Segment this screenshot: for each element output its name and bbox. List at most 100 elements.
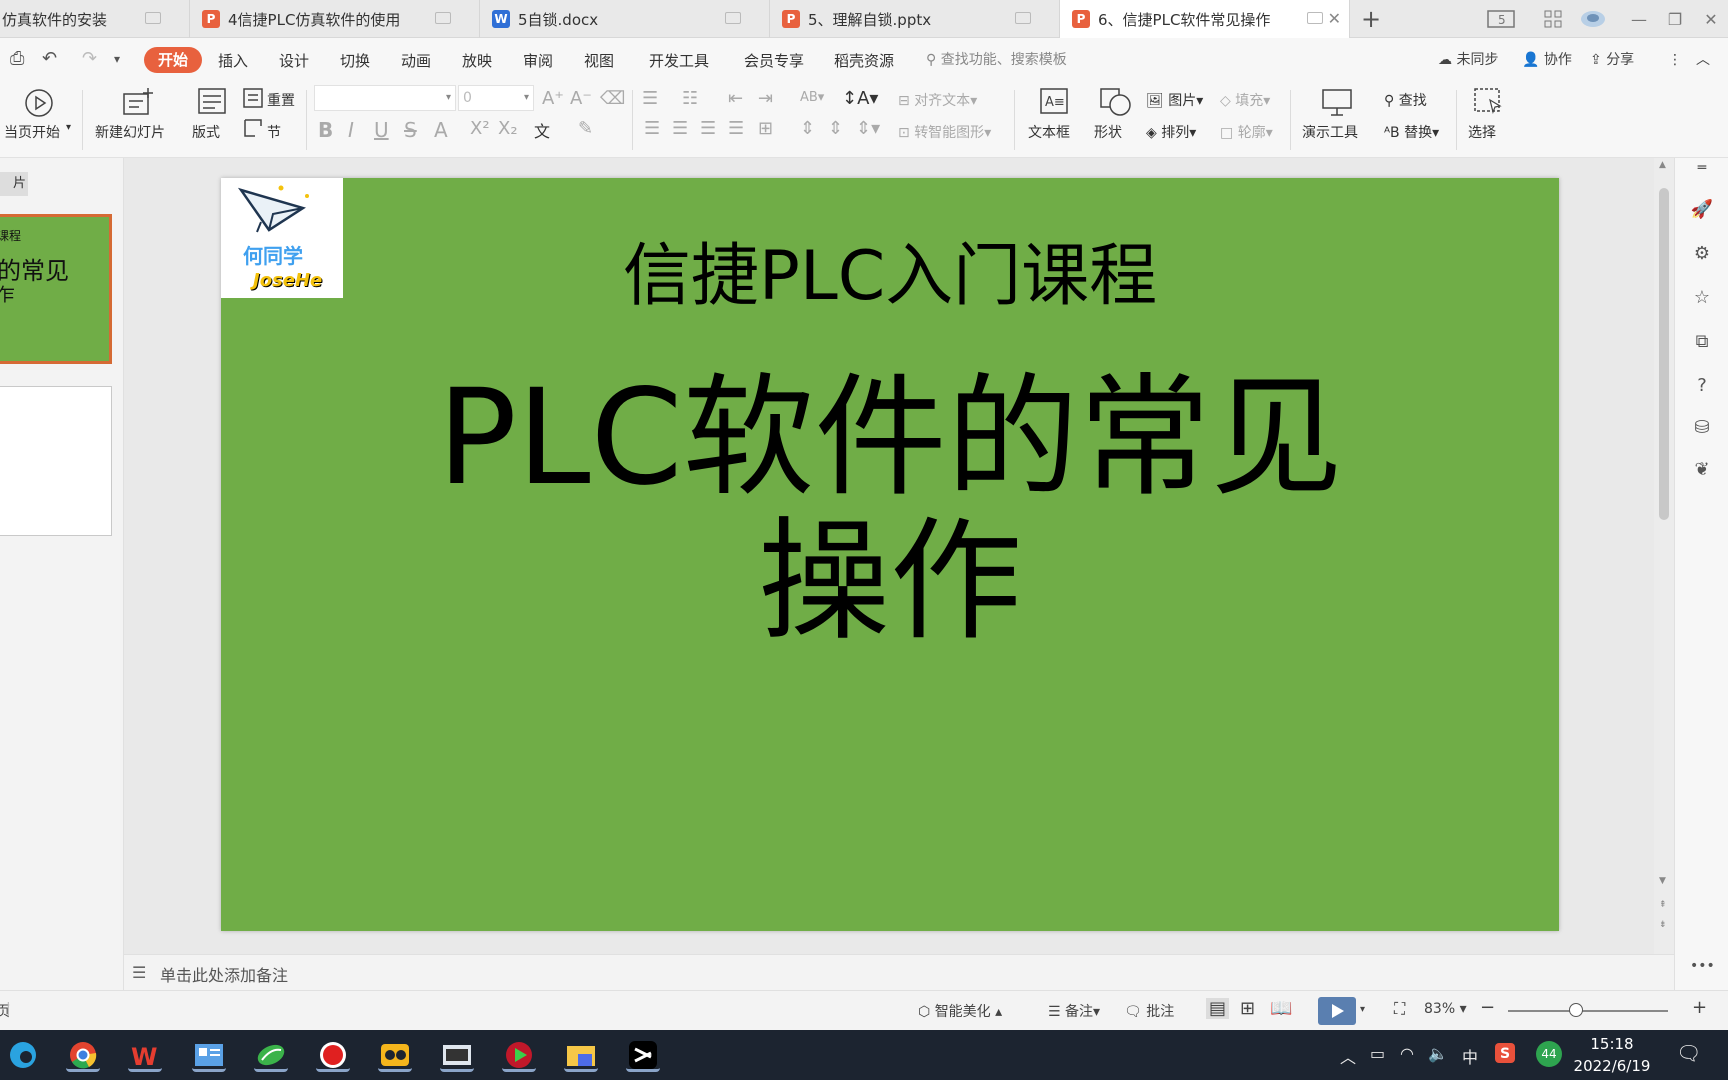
section-button[interactable]: 节: [267, 122, 281, 142]
slide-title[interactable]: 信捷PLC入门课程: [221, 220, 1559, 319]
collaborate-button[interactable]: 👤 协作: [1522, 47, 1572, 73]
replace-button[interactable]: ᴬB 替换▾: [1384, 122, 1439, 142]
system-clock[interactable]: 15:18 2022/6/19: [1570, 1033, 1654, 1077]
subscript-icon[interactable]: X₂: [498, 118, 518, 139]
spacing-before-icon[interactable]: ⇕: [828, 118, 843, 139]
increase-indent-icon[interactable]: ⇥: [758, 88, 773, 109]
ime-indicator[interactable]: 中: [1462, 1044, 1478, 1068]
contacts-app-icon[interactable]: [192, 1038, 226, 1072]
notes-toggle-button[interactable]: ☰ 备注▾: [1048, 1001, 1100, 1021]
print-preview-icon[interactable]: ⎙: [10, 48, 24, 69]
play-from-current-icon[interactable]: [24, 88, 54, 122]
align-left-icon[interactable]: ☰: [644, 118, 660, 139]
menu-view[interactable]: 视图: [584, 48, 614, 74]
tab-plc-sim-usage[interactable]: P 4信捷PLC仿真软件的使用: [190, 0, 480, 38]
menu-review[interactable]: 审阅: [523, 48, 553, 74]
current-slide[interactable]: 何同学 JoseHe 信捷PLC入门课程 PLC软件的常见 操作: [221, 178, 1559, 931]
edge-browser-icon[interactable]: [6, 1038, 40, 1072]
tab-self-lock-pptx[interactable]: P 5、理解自锁.pptx: [770, 0, 1060, 38]
fill-button[interactable]: ◇ 填充▾: [1220, 90, 1270, 110]
pin-icon[interactable]: [1307, 12, 1323, 24]
font-family-select[interactable]: ▾: [314, 85, 456, 111]
reset-icon[interactable]: [243, 88, 263, 112]
justify-icon[interactable]: ☰: [728, 118, 744, 139]
zoom-slider[interactable]: [1508, 1010, 1668, 1012]
shape-button[interactable]: 形状: [1094, 122, 1122, 142]
text-direction-icon[interactable]: AB▾: [800, 90, 824, 105]
undo-icon[interactable]: ↶: [42, 48, 57, 69]
reading-view-icon[interactable]: 📖: [1270, 998, 1292, 1019]
line-spacing-icon[interactable]: ↕A▾: [842, 88, 878, 109]
slide-sorter-icon[interactable]: ⊞: [1240, 998, 1255, 1019]
strikethrough-icon[interactable]: S: [404, 118, 417, 142]
help-icon[interactable]: ?: [1690, 374, 1714, 398]
video-editor-icon[interactable]: [440, 1038, 474, 1072]
align-center-icon[interactable]: ☰: [672, 118, 688, 139]
phonetic-guide-icon[interactable]: 文: [534, 118, 550, 142]
slideshow-play-button[interactable]: [1318, 997, 1356, 1025]
zoom-level[interactable]: 83% ▾: [1424, 1001, 1467, 1017]
leaf-icon[interactable]: ❦: [1690, 458, 1714, 482]
tab-self-lock-docx[interactable]: W 5自锁.docx: [480, 0, 770, 38]
pin-icon[interactable]: [1015, 12, 1031, 24]
plc-software-icon[interactable]: [254, 1038, 288, 1072]
font-size-select[interactable]: 0 ▾: [458, 85, 534, 111]
reset-button[interactable]: 重置: [267, 90, 295, 110]
pin-icon[interactable]: [435, 12, 451, 24]
quick-access-dropdown-icon[interactable]: ▾: [114, 52, 120, 66]
textbox-button[interactable]: 文本框: [1028, 122, 1070, 142]
comments-button[interactable]: 🗨 批注: [1124, 1001, 1174, 1021]
scrollbar-thumb[interactable]: [1659, 188, 1669, 520]
shape-icon[interactable]: [1100, 88, 1132, 120]
notification-center-icon[interactable]: 🗨: [1676, 1041, 1701, 1065]
battery-icon[interactable]: ▭: [1370, 1044, 1385, 1063]
menu-developer[interactable]: 开发工具: [649, 48, 709, 74]
zoom-out-icon[interactable]: −: [1480, 997, 1495, 1018]
smart-beautify-button[interactable]: ⬡ 智能美化 ▴: [918, 1001, 1002, 1021]
redo-icon[interactable]: ↷: [82, 48, 97, 69]
slide-main-text[interactable]: PLC软件的常见 操作: [221, 366, 1559, 654]
outline-button[interactable]: □ 轮廓▾: [1220, 122, 1273, 142]
distributed-icon[interactable]: ⊞: [758, 118, 773, 139]
scroll-down-icon[interactable]: ▼: [1659, 876, 1666, 886]
font-color-icon[interactable]: A: [434, 118, 448, 142]
transition-icon[interactable]: ⧉: [1690, 330, 1714, 354]
textbox-icon[interactable]: A≡: [1040, 88, 1068, 118]
arrange-button[interactable]: ◈ 排列▾: [1146, 122, 1196, 142]
normal-view-icon[interactable]: ▤: [1206, 998, 1230, 1019]
find-button[interactable]: ⚲ 查找: [1384, 90, 1427, 110]
share-button[interactable]: ⇪ 分享: [1590, 47, 1634, 73]
menu-animations[interactable]: 动画: [401, 48, 431, 74]
picture-button[interactable]: 🖼 图片▾: [1146, 90, 1203, 110]
slide-thumbnail-1[interactable]: 课程 的常见 乍: [0, 214, 112, 364]
play-from-current-button[interactable]: 当页开始: [4, 122, 60, 142]
rocket-icon[interactable]: 🚀: [1690, 198, 1714, 222]
file-explorer-icon[interactable]: [564, 1038, 598, 1072]
more-icon[interactable]: •••: [1690, 954, 1715, 978]
search-box[interactable]: ⚲ 查找功能、搜索模板: [926, 47, 1067, 73]
italic-icon[interactable]: I: [348, 118, 354, 142]
zoom-in-icon[interactable]: +: [1692, 997, 1707, 1018]
menu-insert[interactable]: 插入: [218, 48, 248, 74]
menu-home[interactable]: 开始: [144, 47, 203, 73]
sync-button[interactable]: ☁ 未同步: [1438, 47, 1498, 73]
slides-tab[interactable]: 片: [0, 172, 28, 196]
fit-to-window-icon[interactable]: ⛶: [1394, 999, 1405, 1019]
presenter-tools-icon[interactable]: [1322, 88, 1352, 120]
screen-recorder-icon[interactable]: [316, 1038, 350, 1072]
security-badge[interactable]: 44: [1536, 1041, 1562, 1067]
section-icon[interactable]: [243, 118, 263, 142]
highlight-icon[interactable]: ✎: [578, 118, 593, 139]
scroll-up-icon[interactable]: ▲: [1659, 160, 1666, 170]
new-slide-button[interactable]: 新建幻灯片: [95, 122, 165, 142]
increase-font-icon[interactable]: A⁺: [542, 88, 564, 109]
clear-format-icon[interactable]: ⌫: [600, 88, 625, 109]
slide-count-icon[interactable]: 5: [1484, 0, 1518, 38]
restore-icon[interactable]: ❐: [1660, 0, 1690, 38]
convert-smartart-button[interactable]: ⊡ 转智能图形▾: [898, 122, 991, 142]
menu-design[interactable]: 设计: [279, 48, 309, 74]
notes-pane[interactable]: ☰ 单击此处添加备注: [124, 954, 1674, 990]
menu-transitions[interactable]: 切换: [340, 48, 370, 74]
user-avatar[interactable]: [1578, 0, 1608, 38]
bullet-list-icon[interactable]: ☰: [642, 88, 658, 109]
